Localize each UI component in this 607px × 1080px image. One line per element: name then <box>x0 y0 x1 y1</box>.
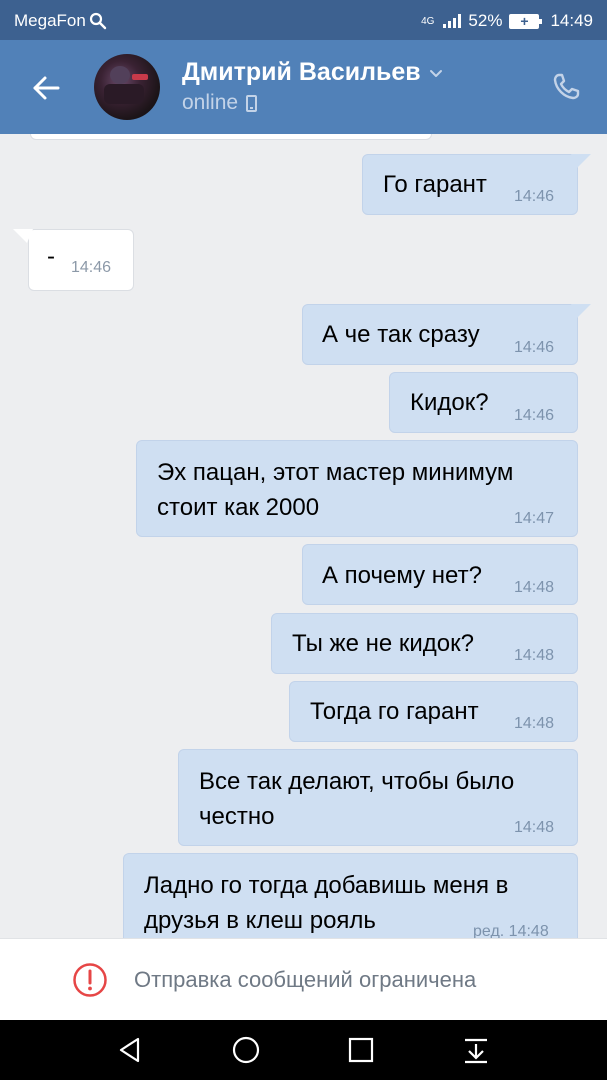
contact-status-label: online <box>182 91 239 114</box>
status-bar: MegaFon 4G 52% + 14:49 <box>0 0 607 40</box>
exclamation-circle-icon <box>73 963 107 997</box>
message-time: 14:46 <box>514 339 555 356</box>
message-time: 14:48 <box>514 715 555 732</box>
message-bubble[interactable]: Тогда го гарант 14:48 <box>289 681 578 742</box>
battery-percent: 52% <box>468 11 503 30</box>
chat-header: Дмитрий Васильев online <box>0 40 607 134</box>
message-time: 14:46 <box>71 259 112 276</box>
message-bubble[interactable]: Кидок? 14:46 <box>389 372 578 433</box>
message-time: 14:48 <box>514 579 555 596</box>
chevron-down-icon <box>429 69 442 77</box>
arrow-left-icon[interactable] <box>28 70 64 106</box>
message-bubble[interactable]: А че так сразу 14:46 <box>302 304 591 365</box>
avatar[interactable] <box>94 54 160 120</box>
message-text-line-1: Все так делают, чтобы было <box>199 768 515 795</box>
restricted-bar: Отправка сообщений ограничена <box>0 938 607 1020</box>
message-list[interactable]: Го гарант 14:46 - 14:46 А че так сразу 1… <box>0 134 607 938</box>
message-text-line-2: друзья в клеш рояль <box>144 907 376 934</box>
message-time: 14:48 <box>514 647 555 664</box>
message-time: 14:46 <box>514 188 555 205</box>
message-text-line-2: стоит как 2000 <box>157 494 320 521</box>
message-time: 14:48 <box>514 819 555 836</box>
message-time: 14:46 <box>514 407 555 424</box>
message-text: Тогда го гарант <box>310 698 479 725</box>
mobile-icon <box>246 94 258 112</box>
message-time: ред. 14:48 <box>473 923 549 938</box>
message-bubble[interactable]: Го гарант 14:46 <box>362 154 591 215</box>
message-bubble[interactable]: Ты же не кидок? 14:48 <box>271 613 578 674</box>
carrier: MegaFon <box>14 11 107 31</box>
message-text-line-1: Эх пацан, этот мастер минимум <box>157 459 514 486</box>
message-text: Кидок? <box>410 389 489 416</box>
message-bubble[interactable]: А почему нет? 14:48 <box>302 544 578 605</box>
contact-name[interactable]: Дмитрий Васильев <box>182 58 443 87</box>
message-text: Го гарант <box>383 171 487 198</box>
square-recents-icon[interactable] <box>346 1035 376 1065</box>
message-text: Ты же не кидок? <box>292 630 474 657</box>
navigation-bar <box>0 1020 607 1080</box>
message-text-line-1: Ладно го тогда добавишь меня в <box>144 872 509 899</box>
triangle-back-icon[interactable] <box>115 1035 145 1065</box>
message-text: А че так сразу <box>322 321 480 348</box>
contact-status: online <box>182 91 258 115</box>
message-bubble[interactable]: Ладно го тогда добавишь меня в друзья в … <box>123 853 578 938</box>
signal-icon <box>443 14 462 28</box>
message-partial <box>30 134 432 140</box>
status-right: 4G 52% + 14:49 <box>421 11 593 31</box>
message-bubble[interactable]: Все так делают, чтобы было честно 14:48 <box>178 749 578 846</box>
carrier-label: MegaFon <box>14 11 86 30</box>
clock: 14:49 <box>550 11 593 30</box>
message-bubble[interactable]: - 14:46 <box>13 229 134 291</box>
message-bubble[interactable]: Эх пацан, этот мастер минимум стоит как … <box>136 440 578 537</box>
pull-down-icon[interactable] <box>461 1035 491 1065</box>
network-type: 4G <box>421 15 435 27</box>
contact-name-label: Дмитрий Васильев <box>182 58 421 86</box>
message-time: 14:47 <box>514 510 555 527</box>
message-text: - <box>47 243 55 270</box>
battery-icon: + <box>509 13 543 29</box>
phone-icon[interactable] <box>551 72 581 102</box>
circle-home-icon[interactable] <box>231 1035 261 1065</box>
restricted-label: Отправка сообщений ограничена <box>134 967 477 992</box>
message-text-line-2: честно <box>199 803 275 830</box>
search-icon <box>89 12 107 30</box>
message-text: А почему нет? <box>322 562 482 589</box>
